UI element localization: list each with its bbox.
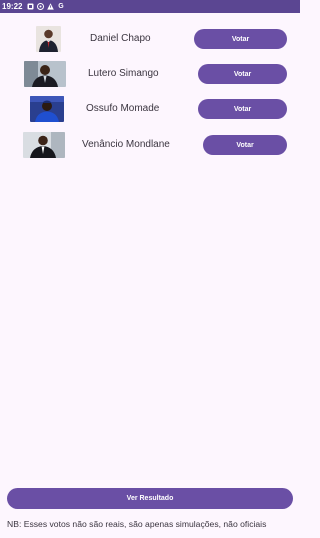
candidate-name: Daniel Chapo [90,33,151,44]
candidate-row: Daniel Chapo Votar [0,26,300,52]
vote-button[interactable]: Votar [203,135,287,155]
candidate-name: Lutero Simango [88,68,159,79]
see-results-button[interactable]: Ver Resultado [7,488,293,509]
status-time: 19:22 [2,2,23,11]
candidate-photo [30,96,64,122]
vote-button[interactable]: Votar [198,64,287,84]
status-bar: 19:22 G [0,0,300,13]
google-icon: G [58,3,64,10]
candidate-row: Ossufo Momade Votar [0,96,300,122]
warning-icon [47,3,55,10]
candidate-photo [23,132,65,158]
disclaimer-note: NB: Esses votos não são reais, são apena… [7,519,267,529]
vote-button[interactable]: Votar [198,99,287,119]
candidate-name: Ossufo Momade [86,103,160,114]
candidate-photo [24,61,66,87]
candidate-row: Lutero Simango Votar [0,61,300,87]
candidate-name: Venâncio Mondlane [82,139,170,150]
whatsapp-icon [37,3,45,10]
vote-button[interactable]: Votar [194,29,287,49]
candidate-photo [36,26,61,52]
candidate-row: Venâncio Mondlane Votar [0,132,300,158]
notification-icon [27,3,34,10]
